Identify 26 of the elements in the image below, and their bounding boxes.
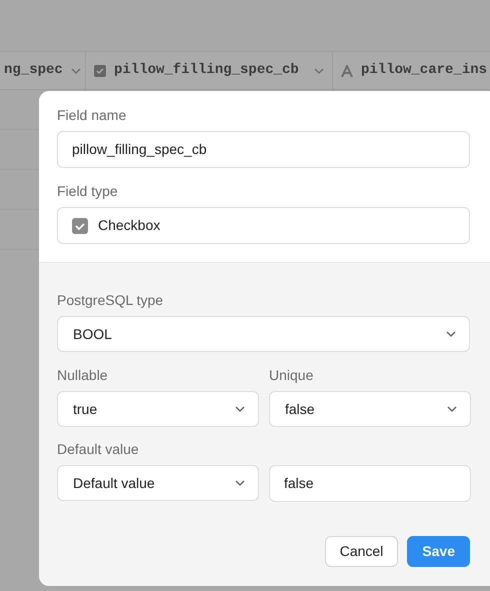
- text-type-icon: [341, 64, 353, 76]
- select-field[interactable]: false: [269, 391, 471, 427]
- cancel-button[interactable]: Cancel: [324, 536, 398, 567]
- column-header[interactable]: pillow_care_ins: [333, 52, 490, 89]
- column-header[interactable]: pillow_filling_spec_cb: [86, 52, 333, 89]
- select-field[interactable]: true: [57, 391, 259, 427]
- column-header[interactable]: ng_spec: [0, 52, 86, 89]
- field-label: Field type: [57, 183, 119, 200]
- input-field[interactable]: false: [269, 465, 471, 502]
- checkbox-icon: [94, 64, 106, 76]
- field-label: Nullable: [57, 367, 109, 384]
- field-label: Field name: [57, 107, 128, 124]
- chevron-down-icon: [446, 331, 456, 337]
- field-label: PostgreSQL type: [57, 292, 164, 309]
- chevron-down-icon: [70, 68, 81, 74]
- input-field[interactable]: pillow_filling_spec_cb: [57, 131, 470, 168]
- checkbox-icon: [72, 218, 88, 234]
- chevron-down-icon: [447, 406, 457, 412]
- field-label: Default value: [57, 441, 140, 458]
- chevron-down-icon: [235, 480, 245, 486]
- select-field[interactable]: Default value: [57, 465, 259, 501]
- chevron-down-icon: [314, 68, 324, 74]
- chevron-down-icon: [235, 406, 245, 412]
- field-label: Unique: [269, 367, 314, 384]
- input-field[interactable]: Checkbox: [57, 207, 470, 244]
- select-field[interactable]: BOOL: [57, 316, 470, 352]
